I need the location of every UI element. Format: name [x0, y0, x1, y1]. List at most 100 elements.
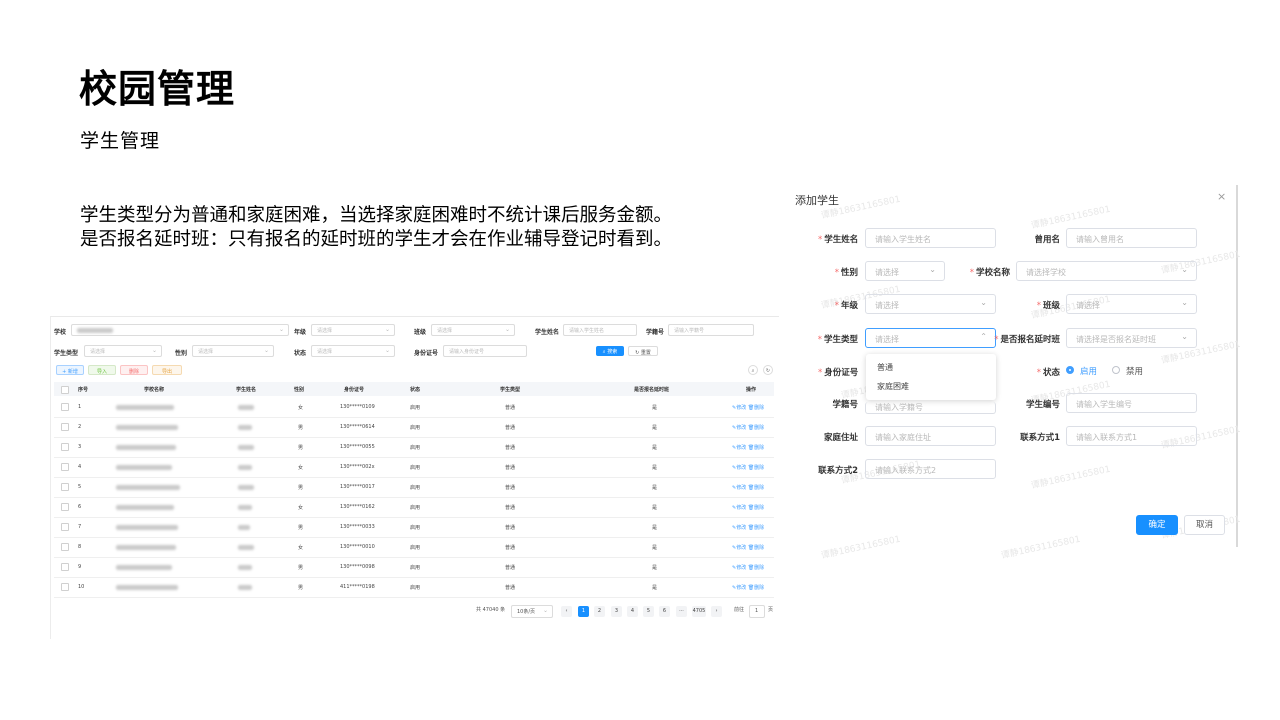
- row-delete-link[interactable]: 删除: [754, 585, 764, 591]
- row-edit-link[interactable]: 修改: [736, 525, 746, 531]
- row-checkbox[interactable]: [61, 523, 69, 531]
- row-checkbox[interactable]: [61, 563, 69, 571]
- row-type: 普通: [505, 485, 516, 491]
- row-checkbox[interactable]: [61, 503, 69, 511]
- status-enabled-label[interactable]: 启用: [1080, 365, 1097, 377]
- page-size-select[interactable]: 10条/页 ⌄: [511, 605, 553, 618]
- row-edit-link[interactable]: 修改: [736, 545, 746, 551]
- import-button[interactable]: 导入: [88, 365, 116, 375]
- next-page-button[interactable]: ›: [711, 606, 722, 617]
- student-type-filter-select[interactable]: 请选择 ⌄: [84, 345, 162, 357]
- status-disabled-radio[interactable]: [1112, 366, 1120, 374]
- class-filter-select[interactable]: 请选择 ⌄: [431, 324, 515, 336]
- row-gender: 男: [298, 525, 304, 531]
- page-number-button[interactable]: 5: [643, 606, 654, 617]
- row-checkbox[interactable]: [61, 583, 69, 591]
- student-code-input[interactable]: 请输入学生编号: [1066, 393, 1197, 413]
- close-icon[interactable]: ×: [1217, 190, 1226, 203]
- reset-button[interactable]: ↻ 重置: [628, 346, 658, 356]
- option-hardship[interactable]: 家庭困难: [877, 381, 909, 392]
- row-gender: 男: [298, 565, 304, 571]
- row-index: 8: [78, 544, 82, 550]
- confirm-button[interactable]: 确定: [1136, 515, 1178, 535]
- row-type: 普通: [505, 445, 516, 451]
- select-all-checkbox[interactable]: [61, 386, 69, 394]
- row-checkbox[interactable]: [61, 403, 69, 411]
- page-number-button[interactable]: ···: [676, 606, 687, 617]
- refresh-icon[interactable]: ↻: [763, 365, 773, 375]
- option-normal[interactable]: 普通: [877, 362, 893, 373]
- contact1-input[interactable]: 请输入联系方式1: [1066, 426, 1197, 446]
- id-filter-input[interactable]: 请输入身份证号: [443, 345, 527, 357]
- row-delete-link[interactable]: 删除: [754, 545, 764, 551]
- row-delete-link[interactable]: 删除: [754, 425, 764, 431]
- row-delete-link[interactable]: 删除: [754, 565, 764, 571]
- cancel-button[interactable]: 取消: [1184, 515, 1225, 535]
- school-name-redacted: [116, 505, 174, 510]
- row-edit-link[interactable]: 修改: [736, 425, 746, 431]
- grade-filter-select[interactable]: 请选择 ⌄: [311, 324, 395, 336]
- goto-page-input[interactable]: 1: [749, 605, 765, 618]
- search-button[interactable]: ⌕ 搜索: [596, 346, 624, 356]
- student-name-redacted: [238, 485, 254, 490]
- row-edit-link[interactable]: 修改: [736, 485, 746, 491]
- page-number-button[interactable]: 4: [627, 606, 638, 617]
- row-delay: 是: [652, 485, 658, 491]
- student-type-select[interactable]: 请选择 ⌃: [865, 328, 996, 348]
- student-name-redacted: [238, 405, 254, 410]
- row-type: 普通: [505, 545, 516, 551]
- export-button[interactable]: 导出: [152, 365, 182, 375]
- page-number-button[interactable]: 2: [594, 606, 605, 617]
- row-delete-link[interactable]: 删除: [754, 525, 764, 531]
- page-number-button[interactable]: 4705: [692, 606, 706, 617]
- school-name-redacted: [116, 465, 172, 470]
- gender-select[interactable]: 请选择 ⌄: [865, 261, 945, 281]
- row-edit-link[interactable]: 修改: [736, 565, 746, 571]
- row-checkbox[interactable]: [61, 443, 69, 451]
- row-delete-link[interactable]: 删除: [754, 505, 764, 511]
- address-input[interactable]: 请输入家庭住址: [865, 426, 996, 446]
- row-checkbox[interactable]: [61, 423, 69, 431]
- row-edit-link[interactable]: 修改: [736, 465, 746, 471]
- prev-page-button[interactable]: ‹: [561, 606, 572, 617]
- school-filter-select[interactable]: ⌄: [71, 324, 289, 336]
- chevron-down-icon: ⌄: [504, 326, 510, 333]
- status-disabled-label[interactable]: 禁用: [1126, 365, 1143, 377]
- row-edit-link[interactable]: 修改: [736, 505, 746, 511]
- row-delete-link[interactable]: 删除: [754, 445, 764, 451]
- status-filter-select[interactable]: 请选择 ⌄: [311, 345, 395, 357]
- class-select[interactable]: 请选择 ⌄: [1066, 294, 1197, 314]
- student-name-input[interactable]: 请输入学生姓名: [865, 228, 996, 248]
- row-type: 普通: [505, 565, 516, 571]
- row-type: 普通: [505, 465, 516, 471]
- school-name-select[interactable]: 请选择学校 ⌄: [1016, 261, 1197, 281]
- grade-select[interactable]: 请选择 ⌄: [865, 294, 996, 314]
- page-number-button[interactable]: 1: [578, 606, 589, 617]
- row-edit-link[interactable]: 修改: [736, 445, 746, 451]
- row-delete-link[interactable]: 删除: [754, 485, 764, 491]
- chevron-down-icon: ⌄: [263, 347, 269, 354]
- delay-class-select[interactable]: 请选择是否报名延时班 ⌄: [1066, 328, 1197, 348]
- student-no-filter-input[interactable]: 请输入学籍号: [668, 324, 754, 336]
- row-checkbox[interactable]: [61, 463, 69, 471]
- description-line-2: 是否报名延时班：只有报名的延时班的学生才会在作业辅导登记时看到。: [80, 229, 673, 250]
- student-name-filter-input[interactable]: 请输入学生姓名: [563, 324, 637, 336]
- row-checkbox[interactable]: [61, 543, 69, 551]
- row-gender: 男: [298, 445, 304, 451]
- row-checkbox[interactable]: [61, 483, 69, 491]
- search-toggle-icon[interactable]: ⌕: [748, 365, 758, 375]
- row-delete-link[interactable]: 删除: [754, 465, 764, 471]
- student-no-input[interactable]: 请输入学籍号: [865, 402, 996, 414]
- page-number-button[interactable]: 6: [659, 606, 670, 617]
- status-enabled-radio[interactable]: [1066, 366, 1074, 374]
- page-number-button[interactable]: 3: [611, 606, 622, 617]
- row-edit-link[interactable]: 修改: [736, 585, 746, 591]
- add-button[interactable]: + 新增: [56, 365, 84, 375]
- former-name-input[interactable]: 请输入曾用名: [1066, 228, 1197, 248]
- contact2-input[interactable]: 请输入联系方式2: [865, 459, 996, 479]
- delete-button[interactable]: 删除: [120, 365, 148, 375]
- gender-filter-select[interactable]: 请选择 ⌄: [192, 345, 274, 357]
- row-edit-link[interactable]: 修改: [736, 405, 746, 411]
- row-delete-link[interactable]: 删除: [754, 405, 764, 411]
- row-actions: ✎修改 🗑删除: [732, 444, 764, 451]
